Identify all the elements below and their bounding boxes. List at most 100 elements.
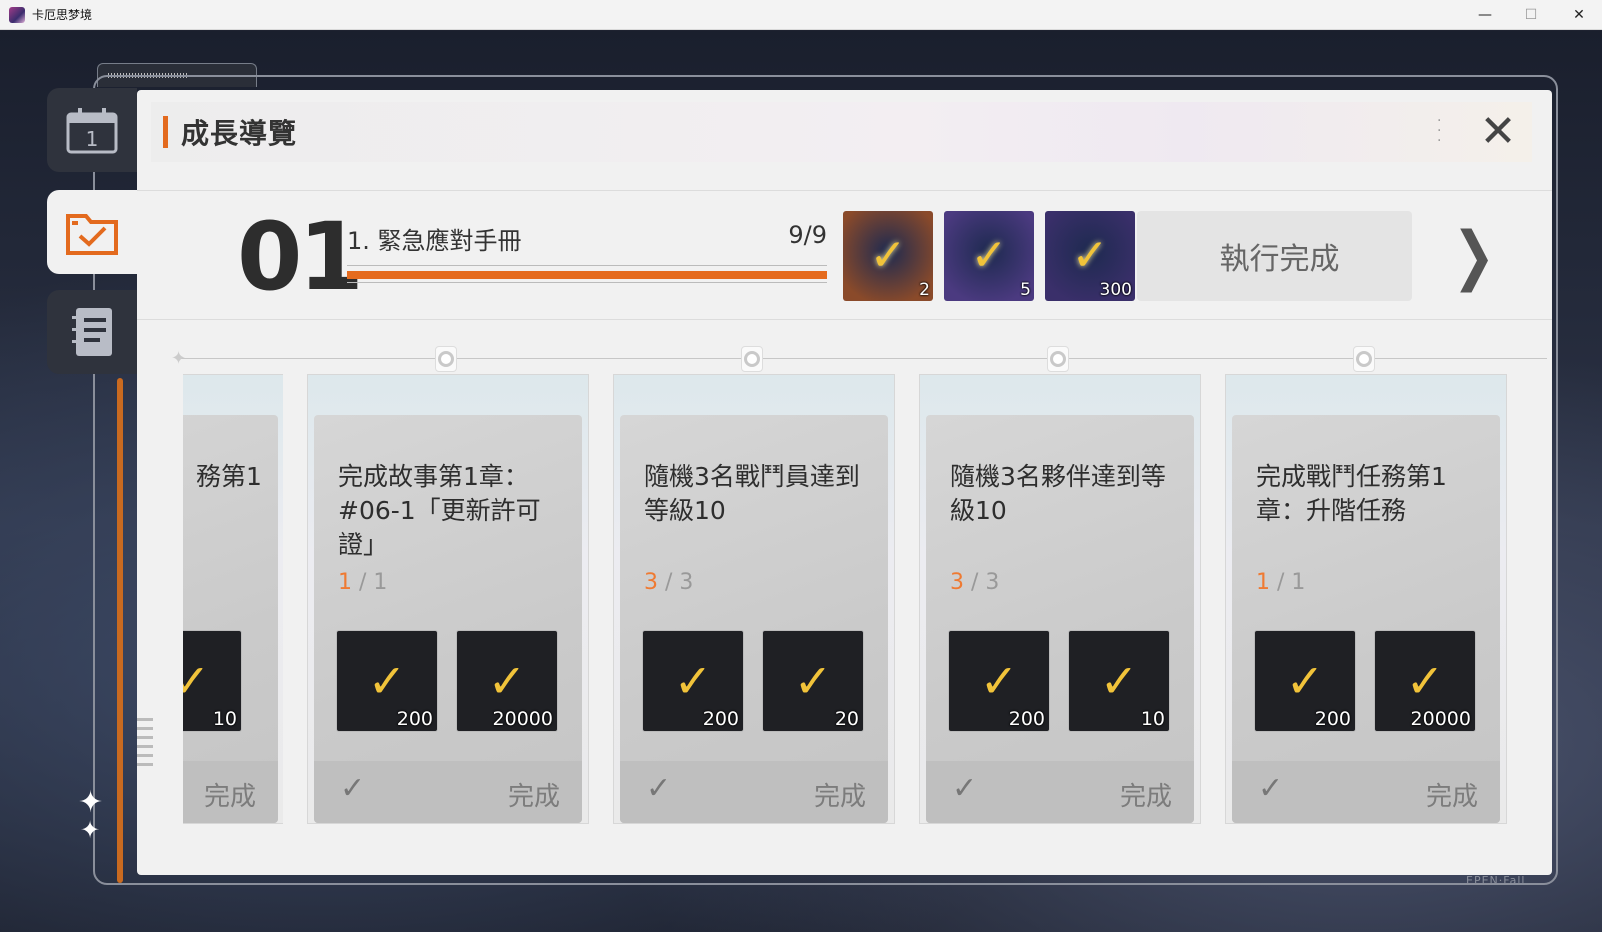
check-icon: ✓ [1071, 230, 1109, 281]
task-status[interactable]: 完成 [814, 776, 866, 813]
task-card: 隨機3名戰鬥員達到等級10 3 / 3 ✓ 200 ✓ 20 ✓ 完成 [613, 374, 895, 824]
task-reward[interactable]: ✓ 200 [336, 630, 438, 732]
reward-qty: 2 [919, 280, 930, 300]
check-icon: ✓ [793, 654, 833, 708]
header-accent [163, 116, 168, 148]
minimize-button[interactable]: — [1462, 0, 1508, 30]
task-reward[interactable]: ✓ 10 [183, 630, 242, 732]
task-footer: ✓ 完成 [1232, 761, 1500, 823]
task-description: 隨機3名夥伴達到等級10 [950, 462, 1166, 525]
task-reward[interactable]: ✓ 20 [762, 630, 864, 732]
task-count: 3 / 3 [644, 570, 693, 595]
task-count-current: 3 [950, 570, 964, 595]
task-count: 1 / 1 [338, 570, 387, 595]
task-footer: 完成 [183, 761, 278, 823]
task-description: 完成故事第1章：#06-1「更新許可證」 [338, 462, 541, 559]
check-icon: ✓ [1405, 654, 1445, 708]
tick-icon: ✓ [1258, 771, 1284, 806]
partial-card-viewport: 務第1 ✓ 10 完成 [183, 90, 283, 875]
reward-qty: 20000 [492, 708, 553, 730]
task-count-total: / 3 [971, 570, 1000, 595]
chapter-progress-text: 9/9 [788, 221, 827, 249]
calendar-icon: 1 [66, 108, 118, 154]
chapter-progress-bar [347, 265, 827, 283]
reward-qty: 20 [834, 708, 859, 730]
chapter-name: 1. 緊急應對手冊 [347, 227, 522, 255]
task-count: 3 / 3 [950, 570, 999, 595]
reward-qty: 20000 [1410, 708, 1471, 730]
check-icon: ✓ [183, 654, 211, 708]
chapter-reward[interactable]: ✓ 2 [843, 211, 933, 301]
orange-rail [117, 378, 123, 883]
check-icon: ✓ [979, 654, 1019, 708]
task-count-total: / 1 [1277, 570, 1306, 595]
chapter-reward[interactable]: ✓ 300 [1045, 211, 1135, 301]
reward-qty: 200 [702, 708, 739, 730]
check-icon: ✓ [1285, 654, 1325, 708]
task-card: 完成故事第1章：#06-1「更新許可證」 1 / 1 ✓ 200 ✓ 20000… [307, 374, 589, 824]
chapter-complete-button[interactable]: 執行完成 [1137, 211, 1412, 301]
chapter-reward[interactable]: ✓ 5 [944, 211, 1034, 301]
task-reward[interactable]: ✓ 20000 [456, 630, 558, 732]
task-footer: ✓ 完成 [926, 761, 1194, 823]
task-reward[interactable]: ✓ 200 [1254, 630, 1356, 732]
task-reward[interactable]: ✓ 200 [948, 630, 1050, 732]
task-card: 務第1 ✓ 10 完成 [183, 374, 283, 824]
task-count-current: 3 [644, 570, 658, 595]
reward-qty: 10 [1140, 708, 1165, 730]
maximize-button[interactable]: ☐ [1508, 0, 1554, 30]
reward-qty: 10 [212, 708, 237, 730]
scroll-indicator [137, 718, 153, 768]
header-dots: · · · [1437, 113, 1442, 149]
chapter-progress-fill [347, 271, 827, 279]
window-close-button[interactable]: ✕ [1556, 0, 1602, 30]
task-status[interactable]: 完成 [508, 776, 560, 813]
task-count-total: / 1 [359, 570, 388, 595]
growth-guide-panel: 成長導覽 · · · ✕ 01 1. 緊急應對手冊 9/9 ✓ 2 ✓ 5 ✓ 30… [137, 90, 1552, 875]
sidenav-calendar[interactable]: 1 [47, 88, 137, 172]
task-reward[interactable]: ✓ 200 [642, 630, 744, 732]
task-reward[interactable]: ✓ 10 [1068, 630, 1170, 732]
panel-header: 成長導覽 · · · ✕ [151, 102, 1532, 162]
check-icon: ✓ [1099, 654, 1139, 708]
app-icon [9, 6, 25, 23]
task-description: 完成戰鬥任務第1章：升階任務 [1256, 462, 1447, 525]
next-chapter-arrow[interactable]: ❯ [1452, 221, 1495, 291]
check-icon: ✓ [869, 230, 907, 281]
reward-qty: 200 [1008, 708, 1045, 730]
sparkle-icon: ✦ [80, 816, 101, 844]
task-footer: ✓ 完成 [314, 761, 582, 823]
reward-qty: 5 [1020, 280, 1031, 300]
task-count: 1 / 1 [1256, 570, 1305, 595]
tick-icon: ✓ [340, 771, 366, 806]
task-status[interactable]: 完成 [1426, 776, 1478, 813]
task-reward[interactable]: ✓ 20000 [1374, 630, 1476, 732]
brand-logo: EPEN·Fall [1466, 874, 1526, 887]
reward-qty: 200 [396, 708, 433, 730]
check-icon: ✓ [970, 230, 1008, 281]
task-count-total: / 3 [665, 570, 694, 595]
task-description: 隨機3名戰鬥員達到等級10 [644, 462, 860, 525]
task-status[interactable]: 完成 [204, 776, 256, 813]
task-footer: ✓ 完成 [620, 761, 888, 823]
reward-qty: 200 [1314, 708, 1351, 730]
notebook-icon [72, 308, 112, 356]
panel-close-button[interactable]: ✕ [1478, 110, 1518, 154]
task-status[interactable]: 完成 [1120, 776, 1172, 813]
task-count-current: 1 [1256, 570, 1270, 595]
reward-qty: 300 [1099, 280, 1132, 300]
sidenav-growth-guide[interactable] [47, 190, 137, 274]
chapter-row: 01 1. 緊急應對手冊 9/9 ✓ 2 ✓ 5 ✓ 300 執行完成 ❯ [137, 190, 1552, 320]
tick-icon: ✓ [646, 771, 672, 806]
calendar-day: 1 [86, 127, 99, 151]
sidenav-notebook[interactable] [47, 290, 137, 374]
check-icon: ✓ [367, 654, 407, 708]
window-title: 卡厄思梦境 [32, 8, 93, 22]
task-card: 完成戰鬥任務第1章：升階任務 1 / 1 ✓ 200 ✓ 20000 ✓ 完成 [1225, 374, 1507, 824]
task-count-current: 1 [338, 570, 352, 595]
task-card: 隨機3名夥伴達到等級10 3 / 3 ✓ 200 ✓ 10 ✓ 完成 [919, 374, 1201, 824]
check-icon: ✓ [673, 654, 713, 708]
window-titlebar: 卡厄思梦境 — ☐ ✕ [0, 0, 1602, 30]
check-icon: ✓ [487, 654, 527, 708]
tick-icon: ✓ [952, 771, 978, 806]
